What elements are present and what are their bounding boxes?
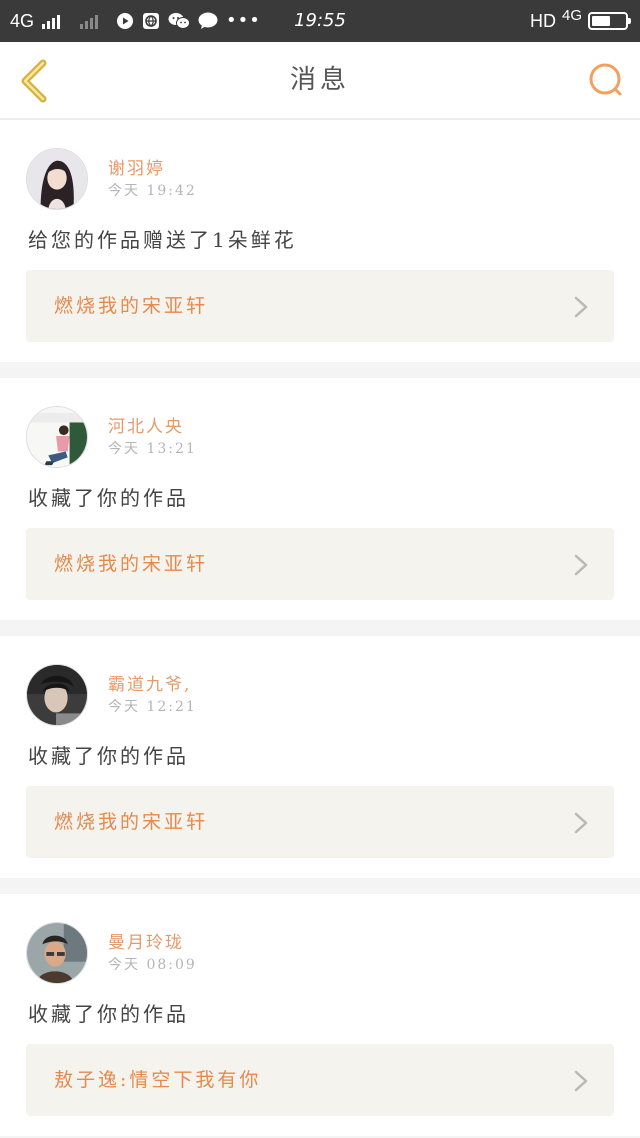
message-text: 收藏了你的作品 (28, 1002, 189, 1026)
sender-name[interactable]: 谢羽婷 (108, 154, 165, 179)
message-text: 收藏了你的作品 (28, 486, 189, 510)
message-time: 今天 19:42 (108, 183, 197, 199)
title-bar: 消息 (0, 42, 640, 120)
network-label: 4G (10, 11, 35, 31)
message-card: 河北人央 今天 13:21 收藏了你的作品 燃烧我的宋亚轩 (0, 378, 640, 620)
avatar[interactable] (26, 148, 88, 210)
hd-label: HD (529, 10, 556, 31)
search-icon[interactable] (588, 62, 624, 98)
network-4g-label: 4G (561, 6, 582, 24)
sender-name[interactable]: 霸道九爷, (108, 670, 191, 695)
status-left: 4G ••• (10, 0, 261, 42)
message-time: 今天 08:09 (108, 957, 197, 973)
avatar-image (27, 665, 87, 725)
work-link[interactable]: 敖子逸:情空下我有你 (26, 1044, 614, 1116)
media-icon (117, 13, 134, 29)
avatar-image (27, 923, 87, 983)
message-time: 今天 12:21 (108, 699, 197, 715)
chevron-right-icon (574, 812, 588, 834)
work-title: 燃烧我的宋亚轩 (54, 295, 209, 317)
avatar-image (27, 149, 87, 209)
chevron-right-icon (574, 1070, 588, 1092)
message-time: 今天 13:21 (108, 441, 197, 457)
work-link[interactable]: 燃烧我的宋亚轩 (26, 786, 614, 858)
signal-icon (42, 13, 61, 29)
battery-fill (592, 16, 610, 26)
avatar[interactable] (26, 664, 88, 726)
work-title: 敖子逸:情空下我有你 (54, 1069, 262, 1091)
work-link[interactable]: 燃烧我的宋亚轩 (26, 270, 614, 342)
avatar[interactable] (26, 922, 88, 984)
message-card: 曼月玲珑 今天 08:09 收藏了你的作品 敖子逸:情空下我有你 (0, 894, 640, 1136)
work-title: 燃烧我的宋亚轩 (54, 553, 209, 575)
page-title: 消息 (289, 65, 350, 95)
message-card: 霸道九爷, 今天 12:21 收藏了你的作品 燃烧我的宋亚轩 (0, 636, 640, 878)
wechat-icon (168, 13, 191, 29)
chevron-right-icon (574, 554, 588, 576)
chevron-right-icon (574, 296, 588, 318)
avatar-image (27, 407, 87, 467)
work-title: 燃烧我的宋亚轩 (54, 811, 209, 833)
browser-icon (143, 13, 160, 29)
status-bar: 4G ••• 19:55 HD 4G (0, 0, 640, 42)
message-text: 收藏了你的作品 (28, 744, 189, 768)
signal-dim-icon (80, 13, 99, 29)
message-card: 谢羽婷 今天 19:42 给您的作品赠送了1朵鲜花 燃烧我的宋亚轩 (0, 120, 640, 362)
sender-name[interactable]: 曼月玲珑 (108, 928, 184, 953)
status-right: HD 4G (529, 0, 631, 42)
sender-name[interactable]: 河北人央 (108, 412, 184, 437)
message-text: 给您的作品赠送了1朵鲜花 (28, 228, 297, 252)
battery-icon (588, 12, 631, 30)
chat-icon (198, 12, 218, 29)
message-list: 谢羽婷 今天 19:42 给您的作品赠送了1朵鲜花 燃烧我的宋亚轩 河北人央 今… (0, 120, 640, 1136)
avatar[interactable] (26, 406, 88, 468)
work-link[interactable]: 燃烧我的宋亚轩 (26, 528, 614, 600)
more-dots-icon: ••• (226, 10, 261, 31)
